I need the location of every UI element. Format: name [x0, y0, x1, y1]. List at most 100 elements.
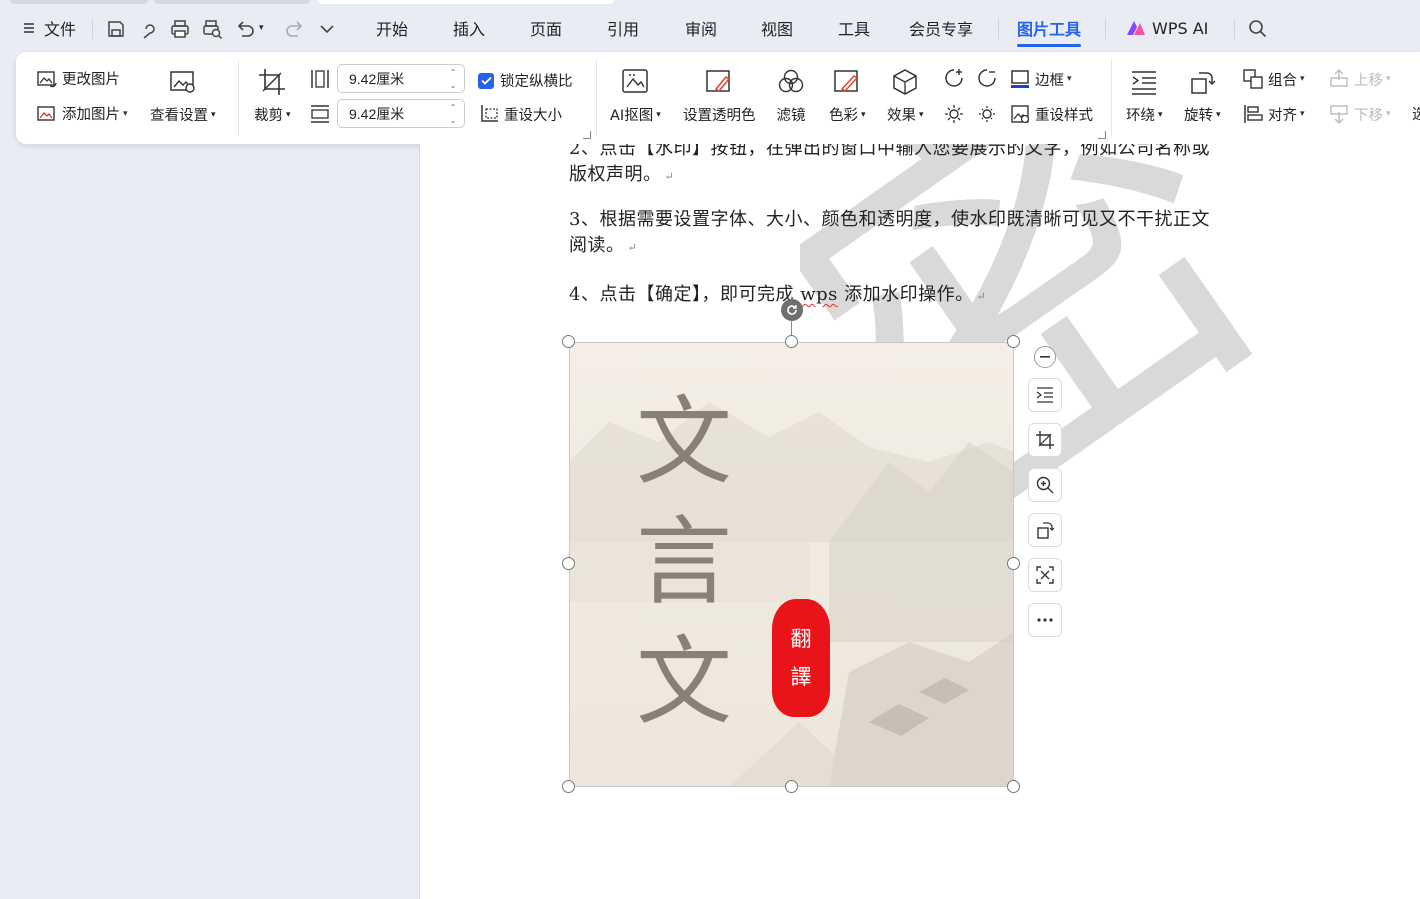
chevron-down-icon: ▾: [1067, 74, 1072, 84]
resize-handle-bottom-right[interactable]: [1007, 780, 1020, 793]
save-icon[interactable]: [105, 18, 127, 40]
zoom-in-icon: [1036, 476, 1054, 494]
paragraph-mark: ↵: [627, 241, 638, 254]
decrease-brightness-icon[interactable]: [976, 103, 998, 125]
reset-style-icon: [1011, 105, 1030, 124]
tab-page[interactable]: 页面: [530, 5, 562, 51]
style-dialog-launcher-icon[interactable]: [1098, 131, 1106, 139]
send-backward-icon: [1330, 105, 1348, 124]
format-painter-icon[interactable]: [138, 18, 160, 40]
crop-button[interactable]: 裁剪 ▾: [254, 64, 291, 125]
increase-brightness-icon[interactable]: [943, 103, 965, 125]
paragraph-4-text-end: 添加水印操作。: [837, 284, 974, 305]
color-label: 色彩: [829, 108, 858, 124]
redo-icon[interactable]: [284, 18, 306, 40]
collapse-toolbar-minus-icon[interactable]: [1034, 346, 1056, 368]
window-tab-active[interactable]: [318, 0, 614, 4]
menu-bar: 文件 ▾ 开始 插入 页面 引用 审阅 视图 工具 会员专享 图片工具 WPS …: [0, 5, 1420, 51]
lock-ratio-label: 锁定纵横比: [500, 74, 573, 90]
color-button[interactable]: 色彩 ▾: [829, 64, 866, 125]
customize-chevron-down-icon[interactable]: [316, 18, 338, 40]
chevron-up-icon[interactable]: ⌃: [450, 67, 457, 78]
selection-pane-button[interactable]: 选: [1412, 103, 1420, 124]
quick-crop-button[interactable]: [1028, 423, 1062, 457]
filter-label: 滤镜: [776, 108, 806, 124]
selected-picture[interactable]: 文 言 文 翻 譯: [562, 299, 1020, 793]
width-spinner[interactable]: 9.42厘米 ⌃ ⌄: [337, 64, 465, 93]
print-preview-icon[interactable]: [201, 18, 223, 40]
chevron-down-icon[interactable]: ⌄: [450, 115, 457, 126]
add-picture-button[interactable]: 添加图片 ▾: [36, 103, 128, 124]
effects-button[interactable]: 效果 ▾: [887, 64, 924, 125]
width-value: 9.42厘米: [349, 70, 405, 87]
tab-home[interactable]: 开始: [376, 5, 408, 51]
extract-text-button[interactable]: [1028, 558, 1062, 592]
chevron-up-icon[interactable]: ⌃: [450, 102, 457, 113]
tab-view[interactable]: 视图: [761, 5, 793, 51]
wrap-button[interactable]: 环绕 ▾: [1126, 64, 1163, 125]
resize-handle-right[interactable]: [1007, 557, 1020, 570]
width-icon: [311, 70, 329, 88]
chevron-down-icon: ▾: [1158, 109, 1163, 120]
height-icon: [311, 105, 329, 123]
set-transparent-button[interactable]: 设置透明色: [683, 64, 756, 125]
change-picture-icon: [37, 70, 57, 87]
size-dialog-launcher-icon[interactable]: [583, 131, 591, 139]
set-transparent-label: 设置透明色: [683, 108, 756, 124]
filter-icon: [778, 69, 804, 93]
align-button[interactable]: 对齐 ▾: [1242, 103, 1305, 125]
resize-handle-top-left[interactable]: [562, 335, 575, 348]
undo-dropdown-chevron-icon[interactable]: ▾: [259, 5, 264, 51]
chevron-down-icon: ▾: [1300, 109, 1305, 119]
border-label: 边框: [1035, 72, 1064, 89]
decrease-contrast-icon[interactable]: [976, 67, 998, 89]
chevron-down-icon: ▾: [123, 108, 128, 119]
reset-size-icon: [481, 105, 498, 122]
quick-rotate-button[interactable]: [1028, 513, 1062, 547]
tab-review[interactable]: 审阅: [685, 5, 717, 51]
filter-button[interactable]: 滤镜: [776, 64, 806, 125]
wrap-label: 环绕: [1126, 108, 1155, 124]
rotate-handle-icon[interactable]: [781, 299, 803, 321]
file-menu[interactable]: 文件: [22, 5, 76, 51]
wps-ai-button[interactable]: WPS AI: [1126, 5, 1208, 51]
tab-picture-tools[interactable]: 图片工具: [1017, 5, 1082, 51]
search-icon[interactable]: [1247, 18, 1269, 40]
tab-insert[interactable]: 插入: [453, 5, 485, 51]
print-icon[interactable]: [169, 18, 191, 40]
crop-label: 裁剪: [254, 108, 283, 124]
rotate-button[interactable]: 旋转 ▾: [1184, 64, 1221, 125]
view-settings-button[interactable]: 查看设置 ▾: [150, 64, 216, 125]
resize-handle-bottom-left[interactable]: [562, 780, 575, 793]
tab-references[interactable]: 引用: [607, 5, 639, 51]
undo-icon[interactable]: [234, 18, 256, 40]
layout-options-button[interactable]: [1028, 378, 1062, 412]
zoom-in-button[interactable]: [1028, 468, 1062, 502]
tab-tools[interactable]: 工具: [838, 5, 870, 51]
reset-style-button[interactable]: 重设样式: [1009, 103, 1093, 125]
ai-cutout-button[interactable]: AI抠图 ▾: [610, 64, 661, 125]
document-page: 密 2、点击【水印】按钮，在弹出的窗口中输入您要展示的文字，例如公司名称或 版权…: [419, 144, 1420, 899]
move-down-label: 下移: [1354, 107, 1383, 124]
window-tab[interactable]: [154, 0, 310, 4]
align-icon: [1244, 105, 1263, 123]
move-down-button[interactable]: 下移 ▾: [1328, 103, 1391, 125]
group-button[interactable]: 组合 ▾: [1242, 68, 1305, 90]
more-options-button[interactable]: [1028, 603, 1062, 637]
resize-handle-top[interactable]: [785, 335, 798, 348]
tab-member[interactable]: 会员专享: [909, 5, 973, 51]
resize-handle-left[interactable]: [562, 557, 575, 570]
wps-ai-logo-icon: [1127, 21, 1145, 35]
resize-handle-bottom[interactable]: [785, 780, 798, 793]
height-spinner[interactable]: 9.42厘米 ⌃ ⌄: [337, 99, 465, 128]
window-tab[interactable]: [10, 0, 148, 4]
more-dots-icon: [1037, 618, 1053, 622]
border-button[interactable]: 边框 ▾: [1009, 68, 1072, 90]
move-up-button[interactable]: 上移 ▾: [1328, 68, 1391, 90]
increase-contrast-icon[interactable]: [943, 67, 965, 89]
reset-size-button[interactable]: 重设大小: [478, 103, 562, 125]
chevron-down-icon[interactable]: ⌄: [450, 80, 457, 91]
resize-handle-top-right[interactable]: [1007, 335, 1020, 348]
change-picture-button[interactable]: 更改图片: [36, 68, 120, 89]
lock-ratio-checkbox[interactable]: 锁定纵横比: [478, 70, 573, 91]
